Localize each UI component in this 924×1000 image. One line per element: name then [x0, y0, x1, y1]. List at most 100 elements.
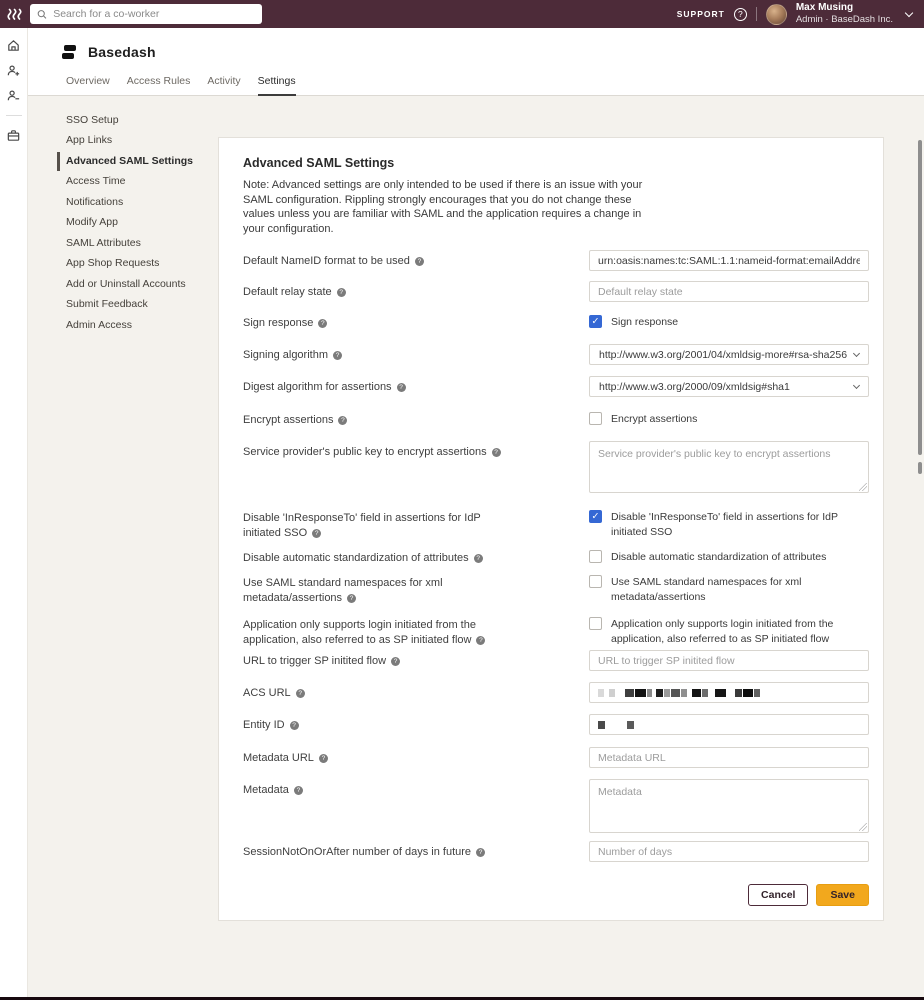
entity-id-input[interactable] [589, 714, 869, 735]
nav-item-add-uninstall-accounts[interactable]: Add or Uninstall Accounts [66, 274, 216, 295]
checkbox-icon [589, 412, 602, 425]
scrollbar-thumb[interactable] [918, 462, 922, 474]
scrollbar-thumb[interactable] [918, 140, 922, 455]
nav-item-advanced-saml-settings[interactable]: Advanced SAML Settings [66, 151, 216, 172]
nav-item-access-time[interactable]: Access Time [66, 172, 216, 193]
nav-item-admin-access[interactable]: Admin Access [66, 315, 216, 336]
disable-inresponseto-checkbox[interactable]: Disable 'InResponseTo' field in assertio… [589, 507, 869, 540]
divider [756, 7, 757, 21]
field-label: URL to trigger SP initited flow? [243, 650, 589, 671]
metadata-textarea[interactable] [589, 779, 869, 833]
help-icon[interactable]: ? [338, 416, 347, 425]
form-row: Use SAML standard namespaces for xml met… [243, 572, 869, 606]
help-icon[interactable]: ? [492, 448, 501, 457]
saml-namespaces-checkbox[interactable]: Use SAML standard namespaces for xml met… [589, 572, 869, 605]
field-label: Encrypt assertions? [243, 409, 589, 428]
tab-activity[interactable]: Activity [207, 75, 240, 96]
help-icon[interactable]: ? [337, 288, 346, 297]
tab-settings[interactable]: Settings [258, 75, 296, 96]
field-label: Disable 'InResponseTo' field in assertio… [243, 507, 589, 541]
acs-url-input[interactable] [589, 682, 869, 703]
tab-overview[interactable]: Overview [66, 75, 110, 96]
checkbox-icon [589, 550, 602, 563]
help-icon[interactable]: ? [318, 319, 327, 328]
app-title: Basedash [88, 44, 156, 60]
help-icon[interactable]: ? [312, 529, 321, 538]
signing-algorithm-select[interactable]: http://www.w3.org/2001/04/xmldsig-more#r… [589, 344, 869, 365]
help-icon[interactable]: ? [476, 636, 485, 645]
digest-algorithm-select[interactable]: http://www.w3.org/2000/09/xmldsig#sha1 [589, 376, 869, 397]
briefcase-icon[interactable] [6, 128, 21, 143]
panel-note: Note: Advanced settings are only intende… [243, 178, 661, 236]
form-row: Sign response? Sign response [243, 312, 869, 331]
save-button[interactable]: Save [816, 884, 869, 906]
checkbox-icon [589, 315, 602, 328]
chevron-down-icon[interactable] [905, 8, 913, 16]
field-label: Sign response? [243, 312, 589, 331]
help-icon[interactable]: ? [415, 257, 424, 266]
help-icon[interactable]: ? [476, 848, 485, 857]
checkbox-icon [589, 510, 602, 523]
divider [6, 115, 22, 116]
sp-flow-url-input[interactable] [589, 650, 869, 671]
resize-grip-icon[interactable] [859, 823, 867, 831]
field-label: Application only supports login initiate… [243, 614, 589, 648]
field-label: SessionNotOnOrAfter number of days in fu… [243, 841, 589, 862]
nameid-format-input[interactable] [589, 250, 869, 271]
field-label: Signing algorithm? [243, 344, 589, 365]
default-relay-state-input[interactable] [589, 281, 869, 302]
cancel-button[interactable]: Cancel [748, 884, 808, 906]
user-role: Admin · BaseDash Inc. [796, 14, 893, 26]
help-icon[interactable]: ? [319, 754, 328, 763]
help-icon[interactable]: ? [294, 786, 303, 795]
nav-item-sso-setup[interactable]: SSO Setup [66, 110, 216, 131]
coworker-search[interactable] [30, 4, 262, 24]
field-label: Default NameID format to be used? [243, 250, 589, 271]
sp-public-key-textarea[interactable] [589, 441, 869, 493]
session-days-input[interactable] [589, 841, 869, 862]
help-icon[interactable]: ? [391, 657, 400, 666]
search-icon [37, 9, 47, 20]
user-avatar[interactable] [766, 4, 787, 25]
top-bar: SUPPORT ? Max Musing Admin · BaseDash In… [0, 0, 924, 28]
help-icon[interactable]: ? [333, 351, 342, 360]
advanced-saml-settings-panel: Advanced SAML Settings Note: Advanced se… [218, 137, 884, 921]
sign-response-checkbox[interactable]: Sign response [589, 312, 869, 330]
form-row: Encrypt assertions? Encrypt assertions [243, 409, 869, 428]
support-link[interactable]: SUPPORT [677, 9, 725, 19]
help-icon[interactable]: ? [397, 383, 406, 392]
nav-item-notifications[interactable]: Notifications [66, 192, 216, 213]
encrypt-assertions-checkbox[interactable]: Encrypt assertions [589, 409, 869, 427]
help-circle-icon[interactable]: ? [734, 8, 747, 21]
help-icon[interactable]: ? [347, 594, 356, 603]
help-icon[interactable]: ? [474, 554, 483, 563]
nav-item-modify-app[interactable]: Modify App [66, 213, 216, 234]
field-label: ACS URL? [243, 682, 589, 703]
add-user-icon[interactable] [6, 63, 21, 78]
rippling-logo-icon[interactable] [0, 6, 30, 23]
user-menu[interactable]: Max Musing Admin · BaseDash Inc. [796, 2, 893, 26]
app-window: SUPPORT ? Max Musing Admin · BaseDash In… [0, 0, 924, 1000]
home-icon[interactable] [6, 38, 21, 53]
form-row: Default NameID format to be used? [243, 250, 869, 271]
metadata-url-input[interactable] [589, 747, 869, 768]
tab-access-rules[interactable]: Access Rules [127, 75, 191, 96]
disable-standardization-checkbox[interactable]: Disable automatic standardization of att… [589, 547, 869, 565]
nav-item-saml-attributes[interactable]: SAML Attributes [66, 233, 216, 254]
form-row: ACS URL? [243, 682, 869, 703]
help-icon[interactable]: ? [290, 721, 299, 730]
sp-initiated-only-checkbox[interactable]: Application only supports login initiate… [589, 614, 869, 647]
search-input[interactable] [53, 8, 255, 20]
nav-item-app-links[interactable]: App Links [66, 131, 216, 152]
remove-user-icon[interactable] [6, 88, 21, 103]
checkbox-icon [589, 575, 602, 588]
form-row: Disable 'InResponseTo' field in assertio… [243, 507, 869, 541]
form-row: Digest algorithm for assertions? http://… [243, 376, 869, 397]
form-footer: Cancel Save [243, 884, 869, 908]
nav-item-submit-feedback[interactable]: Submit Feedback [66, 295, 216, 316]
form-row: Service provider's public key to encrypt… [243, 441, 869, 493]
resize-grip-icon[interactable] [859, 483, 867, 491]
nav-item-app-shop-requests[interactable]: App Shop Requests [66, 254, 216, 275]
form-row: Signing algorithm? http://www.w3.org/200… [243, 344, 869, 365]
help-icon[interactable]: ? [296, 689, 305, 698]
